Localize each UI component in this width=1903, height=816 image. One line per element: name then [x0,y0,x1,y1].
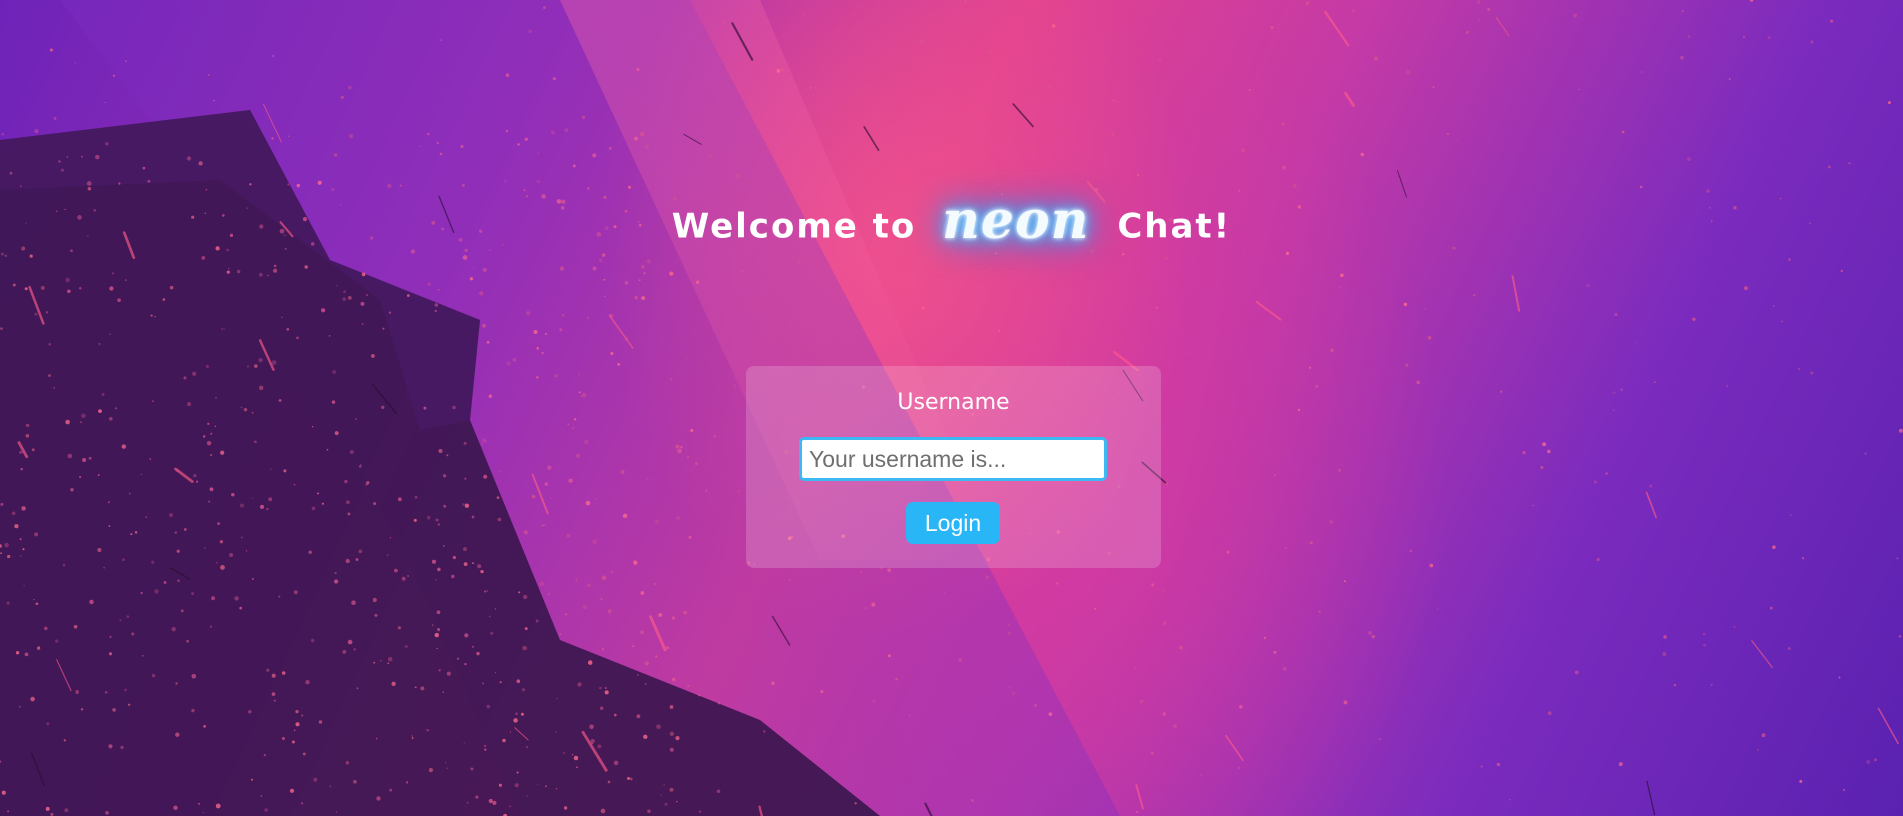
login-button[interactable]: Login [906,502,1000,544]
username-input[interactable] [799,437,1107,481]
login-form-card: Username Login [746,366,1161,568]
title-suffix: Chat! [1117,206,1232,247]
username-label: Username [897,390,1010,415]
title-prefix: Welcome to [671,206,917,247]
neon-brand-logo: neon [942,190,1090,251]
page-title: Welcome to neon Chat! [0,190,1903,257]
